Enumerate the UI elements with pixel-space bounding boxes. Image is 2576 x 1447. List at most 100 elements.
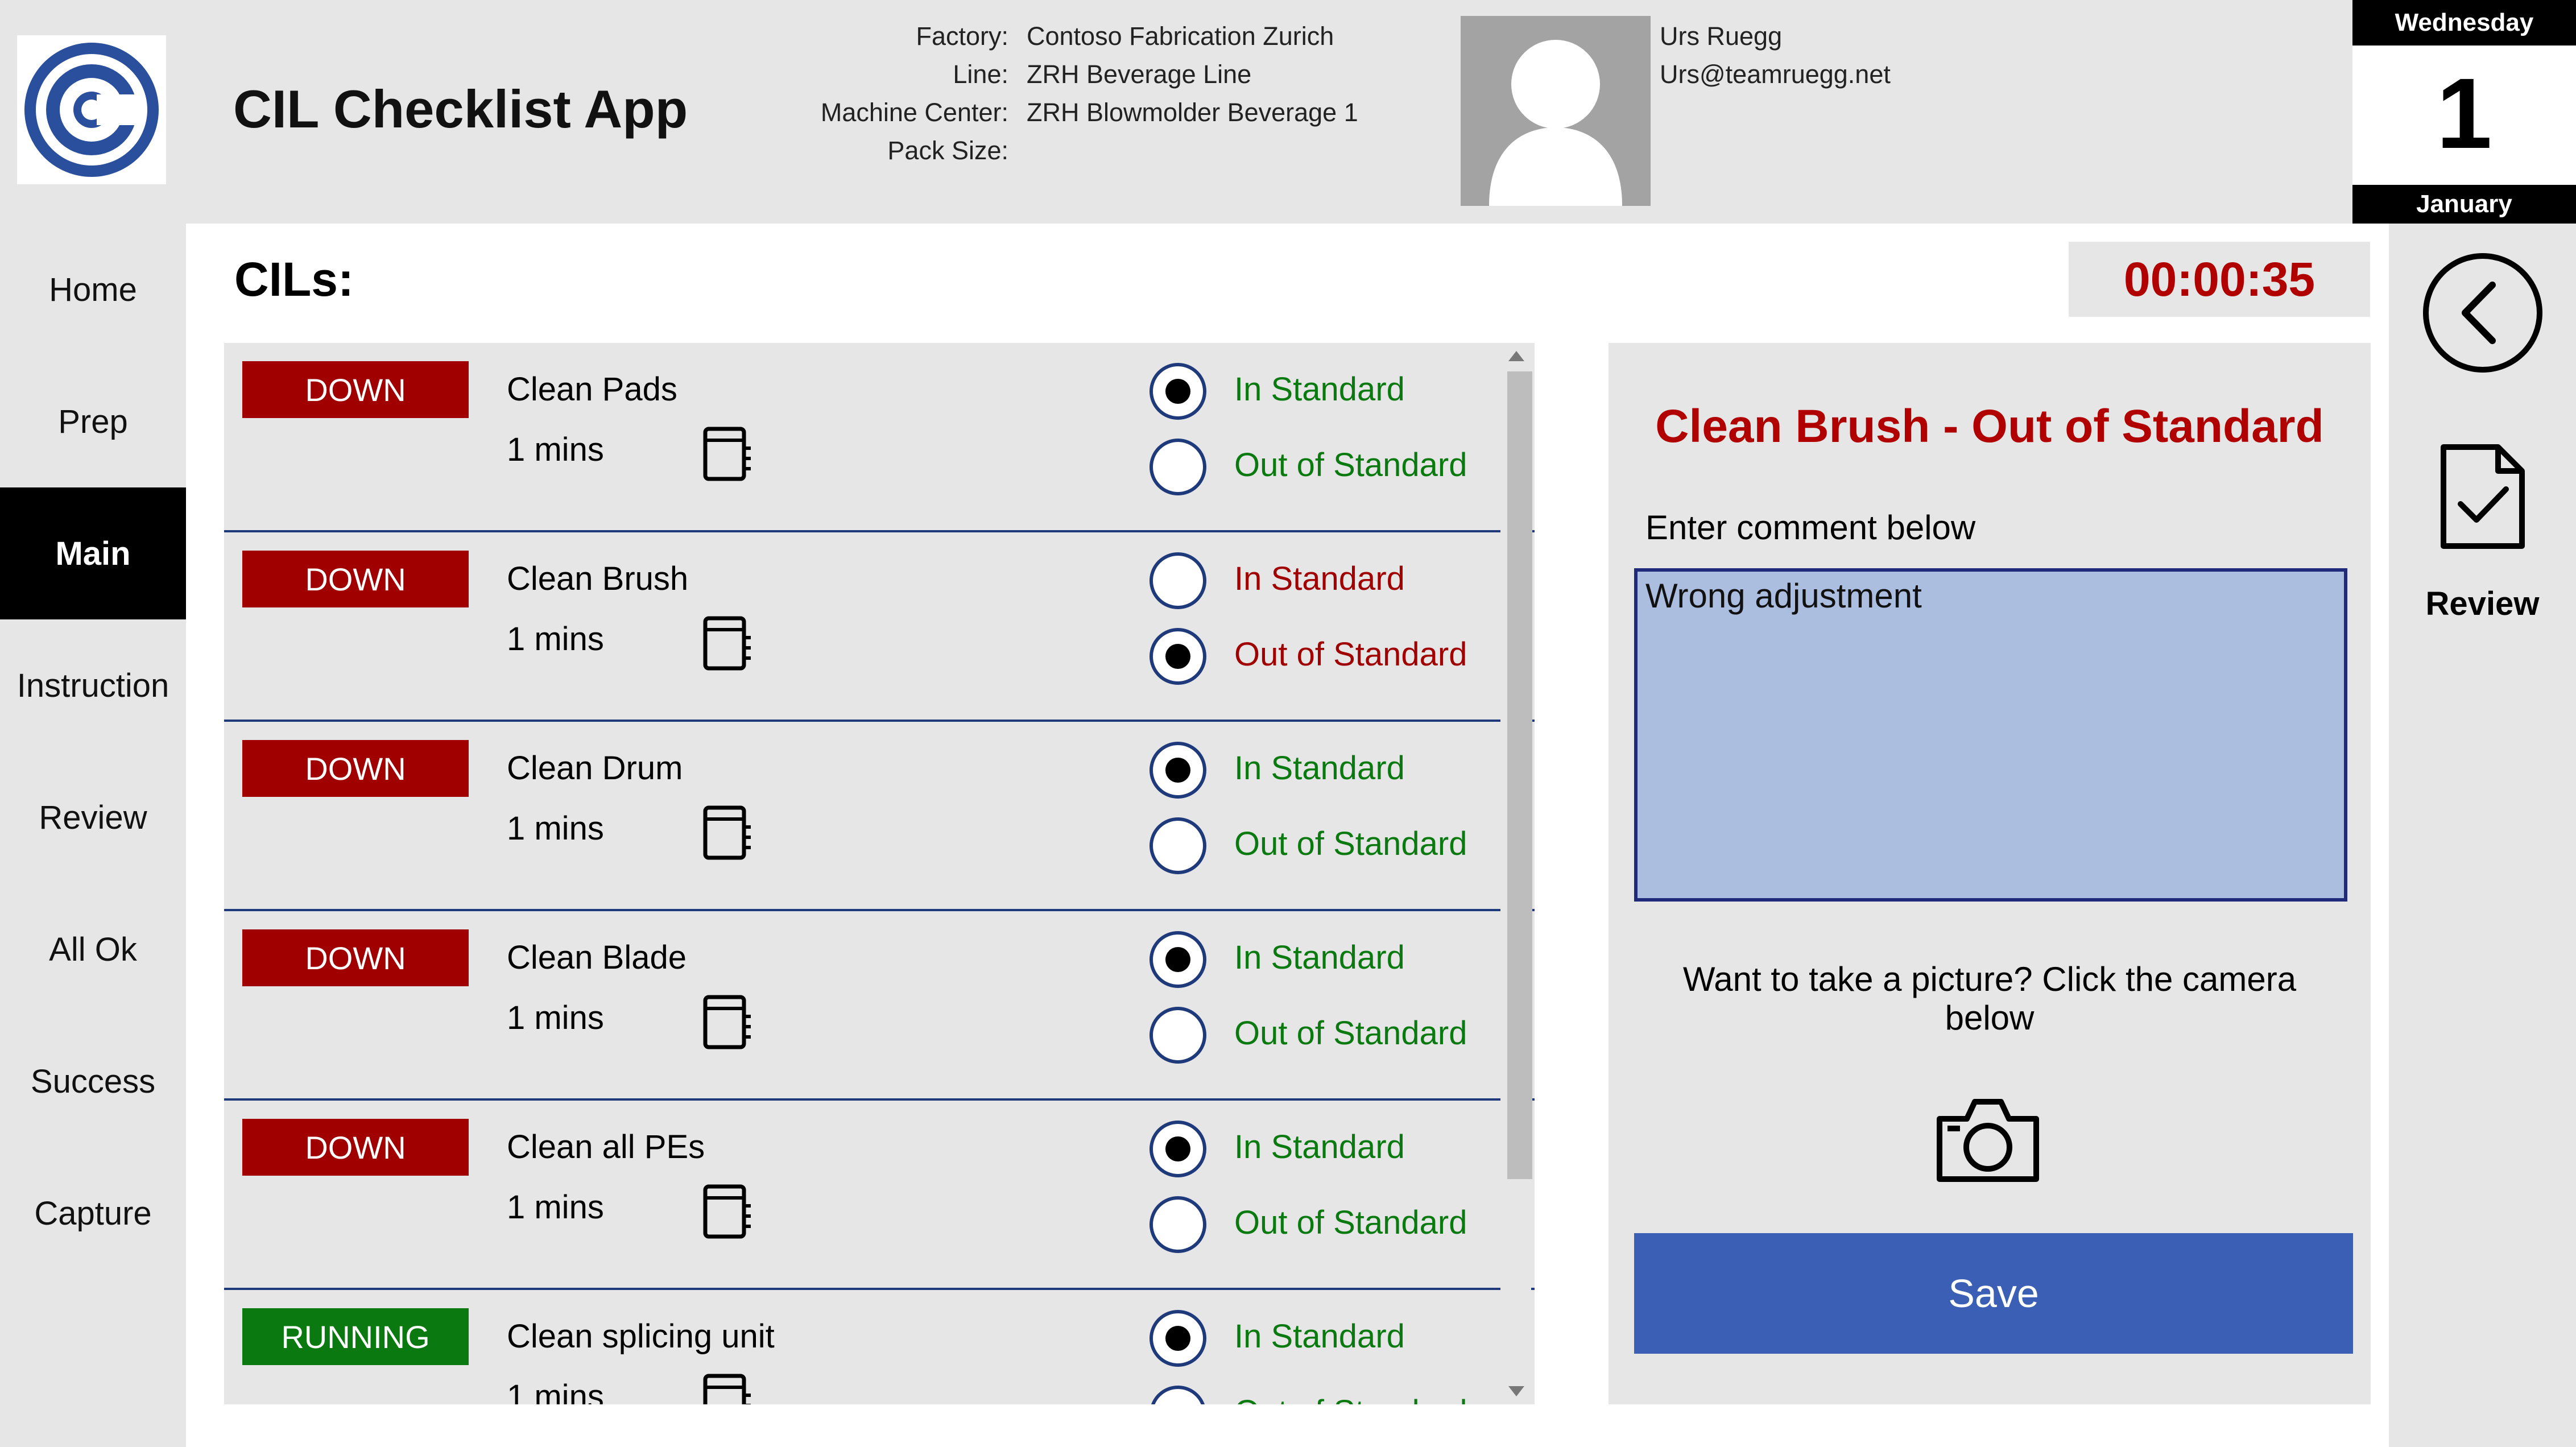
document-icon[interactable]	[702, 1183, 753, 1240]
factory-label: Factory:	[916, 22, 1008, 51]
camera-prompt: Want to take a picture? Click the camera…	[1682, 960, 2297, 1037]
in-standard-label[interactable]: In Standard	[1234, 1128, 1405, 1166]
sidebar-item-instruction[interactable]: Instruction	[0, 619, 186, 751]
avatar-icon	[1461, 16, 1651, 206]
machine-center-label: Machine Center:	[820, 98, 1008, 127]
location-meta: Factory: Contoso Fabrication Zurich Line…	[728, 17, 1358, 169]
cil-name: Clean Pads	[507, 371, 677, 408]
comment-input[interactable]: Wrong adjustment	[1634, 568, 2347, 902]
cil-row[interactable]: DOWN Clean Blade 1 mins In Standard Out of S…	[224, 911, 1535, 1101]
cil-name: Clean splicing unit	[507, 1318, 775, 1355]
comment-label: Enter comment below	[1645, 508, 1976, 547]
in-standard-label[interactable]: In Standard	[1234, 560, 1405, 598]
calendar-widget: Wednesday 1 January	[2352, 0, 2576, 224]
sidebar-item-prep[interactable]: Prep	[0, 355, 186, 487]
cil-duration: 1 mins	[507, 810, 604, 847]
sidebar-item-success[interactable]: Success	[0, 1015, 186, 1147]
user-email: Urs@teamruegg.net	[1660, 60, 1891, 89]
app-title: CIL Checklist App	[233, 79, 688, 139]
in-standard-radio[interactable]	[1150, 742, 1206, 799]
calendar-day: 1	[2436, 58, 2492, 169]
cil-name: Clean Drum	[507, 750, 683, 787]
scroll-thumb[interactable]	[1507, 371, 1532, 1179]
review-checkmark-icon[interactable]	[2439, 443, 2527, 551]
calendar-month: January	[2352, 185, 2576, 224]
sidebar: Home Prep Main Instruction Review All Ok…	[0, 224, 186, 1447]
out-of-standard-label[interactable]: Out of Standard	[1234, 446, 1467, 484]
out-of-standard-radio[interactable]	[1150, 1386, 1206, 1404]
camera-icon[interactable]	[1934, 1094, 2042, 1185]
scroll-down-arrow-icon[interactable]	[1508, 1386, 1524, 1396]
line-value: ZRH Beverage Line	[1027, 60, 1252, 89]
sidebar-item-capture[interactable]: Capture	[0, 1147, 186, 1279]
in-standard-radio[interactable]	[1150, 552, 1206, 609]
sidebar-item-all-ok[interactable]: All Ok	[0, 883, 186, 1015]
sidebar-item-home[interactable]: Home	[0, 224, 186, 355]
out-of-standard-label[interactable]: Out of Standard	[1234, 1204, 1467, 1242]
in-standard-label[interactable]: In Standard	[1234, 1317, 1405, 1355]
review-label[interactable]: Review	[2389, 585, 2576, 623]
cil-duration: 1 mins	[507, 1378, 604, 1404]
save-button[interactable]: Save	[1634, 1233, 2353, 1354]
cil-duration: 1 mins	[507, 1189, 604, 1226]
detail-title: Clean Brush - Out of Standard	[1655, 400, 2324, 452]
status-badge: RUNNING	[242, 1308, 469, 1365]
document-icon[interactable]	[702, 994, 753, 1051]
cil-row[interactable]: DOWN Clean Drum 1 mins In Standard Out of St…	[224, 722, 1535, 911]
out-of-standard-label[interactable]: Out of Standard	[1234, 825, 1467, 863]
cil-list: DOWN Clean Pads 1 mins In Standard Out of St…	[224, 343, 1535, 1404]
scroll-up-arrow-icon[interactable]	[1508, 351, 1524, 361]
document-icon[interactable]	[702, 804, 753, 861]
status-badge: DOWN	[242, 929, 469, 986]
out-of-standard-label[interactable]: Out of Standard	[1234, 635, 1467, 673]
line-label: Line:	[953, 60, 1008, 89]
document-icon[interactable]	[702, 425, 753, 482]
out-of-standard-radio[interactable]	[1150, 628, 1206, 685]
out-of-standard-radio[interactable]	[1150, 1007, 1206, 1064]
status-badge: DOWN	[242, 551, 469, 607]
out-of-standard-radio[interactable]	[1150, 1196, 1206, 1253]
cil-duration: 1 mins	[507, 431, 604, 468]
cil-row[interactable]: DOWN Clean Pads 1 mins In Standard Out of St…	[224, 343, 1535, 532]
out-of-standard-radio[interactable]	[1150, 439, 1206, 495]
in-standard-radio[interactable]	[1150, 931, 1206, 988]
factory-value: Contoso Fabrication Zurich	[1027, 22, 1334, 51]
cil-row[interactable]: DOWN Clean all PEs 1 mins In Standard Out of…	[224, 1101, 1535, 1290]
cil-name: Clean Blade	[507, 939, 687, 976]
logo-icon	[17, 35, 166, 184]
in-standard-label[interactable]: In Standard	[1234, 370, 1405, 408]
machine-center-value: ZRH Blowmolder Beverage 1	[1027, 98, 1358, 127]
cils-heading: CILs:	[234, 253, 354, 306]
out-of-standard-label[interactable]: Out of Standard	[1234, 1014, 1467, 1052]
user-name: Urs Ruegg	[1660, 22, 1783, 51]
cil-list-scrollbar[interactable]	[1500, 343, 1532, 1404]
cil-row[interactable]: DOWN Clean Brush 1 mins In Standard Out of S…	[224, 532, 1535, 722]
in-standard-radio[interactable]	[1150, 1121, 1206, 1177]
main-content: CILs: 00:00:35 DOWN Clean Pads 1 mins In St…	[186, 224, 2389, 1447]
sidebar-item-review[interactable]: Review	[0, 751, 186, 883]
cil-duration: 1 mins	[507, 999, 604, 1036]
cil-name: Clean all PEs	[507, 1128, 705, 1165]
right-rail: Review	[2389, 224, 2576, 1447]
in-standard-label[interactable]: In Standard	[1234, 939, 1405, 977]
in-standard-label[interactable]: In Standard	[1234, 749, 1405, 787]
back-arrow-icon[interactable]	[2422, 252, 2544, 374]
document-icon[interactable]	[702, 1372, 753, 1404]
out-of-standard-label[interactable]: Out of Standard	[1234, 1393, 1467, 1404]
cil-duration: 1 mins	[507, 621, 604, 658]
in-standard-radio[interactable]	[1150, 363, 1206, 420]
detail-panel: Clean Brush - Out of Standard Enter comm…	[1609, 343, 2371, 1404]
pack-size-label: Pack Size:	[887, 136, 1008, 165]
out-of-standard-radio[interactable]	[1150, 817, 1206, 874]
document-icon[interactable]	[702, 615, 753, 672]
calendar-weekday: Wednesday	[2352, 0, 2576, 46]
in-standard-radio[interactable]	[1150, 1310, 1206, 1367]
cil-name: Clean Brush	[507, 560, 689, 597]
status-badge: DOWN	[242, 361, 469, 418]
header: CIL Checklist App Factory: Contoso Fabri…	[0, 0, 2576, 224]
status-badge: DOWN	[242, 740, 469, 797]
user-info: Urs Ruegg Urs@teamruegg.net	[1660, 17, 1891, 93]
sidebar-item-main[interactable]: Main	[0, 487, 186, 619]
status-badge: DOWN	[242, 1119, 469, 1176]
cil-row[interactable]: RUNNING Clean splicing unit 1 mins In Stand…	[224, 1290, 1535, 1404]
